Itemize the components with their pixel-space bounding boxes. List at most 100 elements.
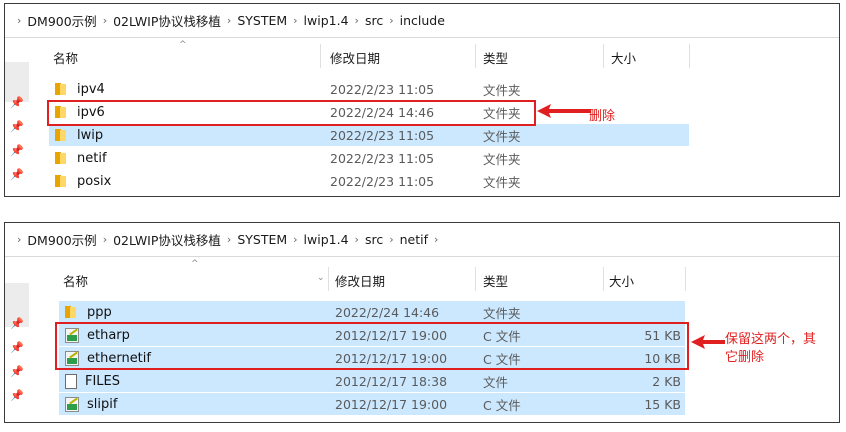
- annotation-label: 保留这两个，其: [725, 332, 817, 347]
- folder-icon: [55, 175, 69, 187]
- breadcrumb-item[interactable]: 02LWIP协议栈移植: [113, 11, 221, 30]
- chevron-right-icon: ›: [226, 14, 232, 27]
- pin-icon[interactable]: 📌: [10, 144, 24, 157]
- chevron-right-icon[interactable]: ›: [434, 233, 438, 246]
- breadcrumb: › DM900示例 › 02LWIP协议栈移植 › SYSTEM › lwip1…: [5, 223, 839, 257]
- breadcrumb-item[interactable]: SYSTEM: [237, 232, 287, 247]
- file-type: 文件夹: [483, 174, 521, 190]
- file-type: C 文件: [483, 397, 521, 413]
- folder-icon: [55, 152, 69, 164]
- chevron-right-icon: ›: [102, 14, 108, 27]
- file-name: slipif: [87, 396, 118, 412]
- pin-icon[interactable]: 📌: [10, 168, 24, 181]
- file-name: ppp: [87, 304, 112, 320]
- column-header-size[interactable]: 大小: [611, 46, 636, 68]
- breadcrumb-item[interactable]: 02LWIP协议栈移植: [113, 230, 221, 249]
- chevron-right-icon: ›: [102, 233, 108, 246]
- arrow-left-icon: [691, 335, 725, 349]
- breadcrumb-item[interactable]: DM900示例: [27, 11, 96, 30]
- list-item[interactable]: ipv4 2022/2/23 11:05 文件夹: [49, 78, 689, 100]
- list-item-selected[interactable]: slipif 2012/12/17 19:00 C 文件 15 KB: [59, 393, 685, 415]
- annotation-label: 删除: [589, 109, 616, 124]
- modified-date: 2022/2/23 11:05: [330, 127, 435, 143]
- breadcrumb-item[interactable]: SYSTEM: [237, 13, 287, 28]
- chevron-right-icon: ›: [293, 14, 298, 27]
- highlight-box: [47, 100, 536, 126]
- sort-up-icon: ^: [179, 40, 187, 50]
- file-name: FILES: [85, 373, 121, 389]
- chevron-down-icon[interactable]: ⌄: [317, 273, 325, 283]
- file-name: ipv4: [77, 81, 105, 97]
- explorer-window-include: › DM900示例 › 02LWIP协议栈移植 › SYSTEM › lwip1…: [4, 3, 840, 197]
- list-item[interactable]: posix 2022/2/23 11:05 文件夹: [49, 170, 689, 192]
- annotation-label: 它删除: [725, 350, 765, 365]
- column-header-size[interactable]: 大小: [609, 269, 634, 291]
- column-header-name[interactable]: 名称: [63, 269, 88, 291]
- file-icon: [65, 373, 77, 389]
- column-header-date[interactable]: 修改日期: [335, 269, 385, 291]
- pin-icon[interactable]: 📌: [10, 389, 24, 402]
- file-type: 文件夹: [483, 128, 521, 144]
- modified-date: 2012/12/17 18:38: [335, 373, 448, 389]
- pin-icon[interactable]: 📌: [10, 317, 24, 330]
- sort-up-icon: ^: [191, 259, 199, 269]
- c-file-icon: [65, 396, 79, 412]
- modified-date: 2012/12/17 19:00: [335, 396, 448, 412]
- breadcrumb-item[interactable]: lwip1.4: [304, 13, 349, 28]
- chevron-right-icon: ›: [17, 233, 22, 246]
- column-divider[interactable]: [603, 267, 604, 291]
- pin-icon[interactable]: 📌: [10, 365, 24, 378]
- file-type: 文件夹: [483, 305, 521, 321]
- column-divider[interactable]: [689, 44, 690, 68]
- chevron-right-icon: ›: [389, 14, 394, 27]
- breadcrumb-item[interactable]: src: [365, 13, 383, 28]
- column-header-type[interactable]: 类型: [483, 46, 508, 68]
- file-size: 2 KB: [652, 373, 681, 389]
- column-header-type[interactable]: 类型: [483, 269, 508, 291]
- file-size: [605, 301, 681, 323]
- breadcrumb-item-current[interactable]: include: [400, 13, 445, 28]
- breadcrumb-item[interactable]: src: [365, 232, 383, 247]
- file-type: 文件夹: [483, 82, 521, 98]
- modified-date: 2022/2/23 11:05: [330, 81, 435, 97]
- breadcrumb-item-current[interactable]: netif: [400, 232, 428, 247]
- list-item[interactable]: netif 2022/2/23 11:05 文件夹: [49, 147, 689, 169]
- file-name: netif: [77, 150, 107, 166]
- modified-date: 2022/2/23 11:05: [330, 173, 435, 189]
- breadcrumb-item[interactable]: lwip1.4: [304, 232, 349, 247]
- quick-access-strip: 📌 📌 📌 📌: [5, 257, 29, 422]
- file-name: posix: [77, 173, 112, 189]
- highlight-box: [55, 322, 689, 370]
- column-divider[interactable]: [685, 267, 686, 291]
- chevron-right-icon: ›: [17, 14, 22, 27]
- pin-icon[interactable]: 📌: [10, 96, 24, 109]
- explorer-window-netif: › DM900示例 › 02LWIP协议栈移植 › SYSTEM › lwip1…: [4, 222, 840, 423]
- modified-date: 2022/2/23 11:05: [330, 150, 435, 166]
- list-item-selected[interactable]: ppp 2022/2/24 14:46 文件夹: [59, 301, 685, 323]
- file-type: 文件: [483, 374, 509, 390]
- column-divider[interactable]: [603, 44, 604, 68]
- pin-icon[interactable]: 📌: [10, 341, 24, 354]
- chevron-right-icon: ›: [354, 14, 359, 27]
- column-divider[interactable]: [475, 44, 476, 68]
- file-name: lwip: [77, 127, 104, 143]
- column-divider[interactable]: [328, 267, 329, 291]
- column-header-name[interactable]: 名称: [53, 46, 78, 68]
- folder-icon: [55, 129, 69, 141]
- modified-date: 2022/2/24 14:46: [335, 304, 440, 320]
- chevron-right-icon: ›: [389, 233, 394, 246]
- breadcrumb: › DM900示例 › 02LWIP协议栈移植 › SYSTEM › lwip1…: [5, 4, 839, 38]
- column-divider[interactable]: [320, 44, 321, 68]
- folder-icon: [65, 306, 79, 318]
- column-divider[interactable]: [475, 267, 476, 291]
- folder-icon: [55, 83, 69, 95]
- chevron-right-icon: ›: [293, 233, 298, 246]
- pin-icon[interactable]: 📌: [10, 120, 24, 133]
- chevron-right-icon: ›: [354, 233, 359, 246]
- breadcrumb-item[interactable]: DM900示例: [27, 230, 96, 249]
- list-item-selected[interactable]: lwip 2022/2/23 11:05 文件夹: [49, 124, 689, 146]
- chevron-right-icon: ›: [226, 233, 232, 246]
- column-header-date[interactable]: 修改日期: [330, 46, 380, 68]
- list-item-selected[interactable]: FILES 2012/12/17 18:38 文件 2 KB: [59, 370, 685, 392]
- file-size: 15 KB: [644, 396, 681, 412]
